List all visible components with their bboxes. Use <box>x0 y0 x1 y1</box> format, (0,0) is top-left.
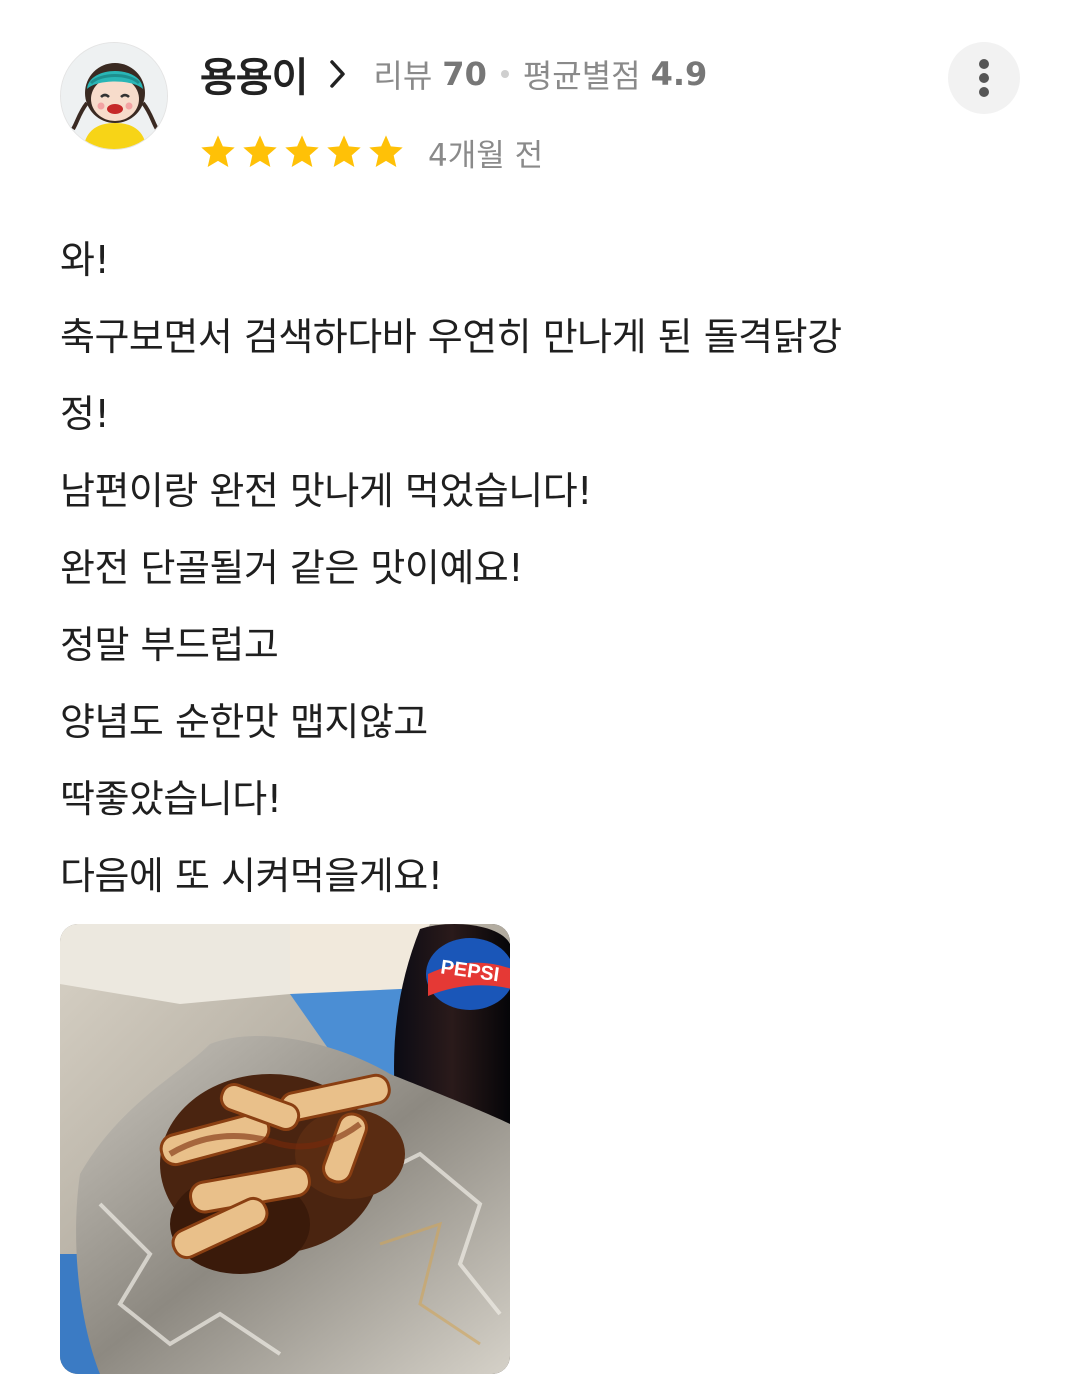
review-line: 다음에 또 시켜먹을게요! <box>60 854 443 898</box>
review-count-label: 리뷰 <box>373 57 433 95</box>
review-line: 축구보면서 검색하다바 우연히 만나게 된 돌격닭강 <box>60 315 842 359</box>
more-options-button[interactable] <box>948 42 1020 114</box>
star-icon <box>327 135 361 167</box>
cartoon-avatar-icon <box>61 43 167 149</box>
rating-row: 4개월 전 <box>198 124 543 180</box>
star-icon <box>369 135 403 167</box>
review-line: 완전 단골될거 같은 맛이예요! <box>60 546 524 590</box>
review-header: 용용이 리뷰 70 평균별점 4.9 4개월 전 <box>0 0 1080 190</box>
author-info-row: 용용이 리뷰 70 평균별점 4.9 <box>200 46 707 102</box>
review-photo[interactable]: PEPSI <box>60 924 510 1374</box>
star-icon <box>243 135 277 167</box>
average-rating-label: 평균별점 <box>522 57 641 95</box>
review-body: 와! 축구보면서 검색하다바 우연히 만나게 된 돌격닭강 정! 남편이랑 완전… <box>60 222 1040 915</box>
chevron-right-icon[interactable] <box>327 58 349 90</box>
star-rating <box>198 132 408 172</box>
review-count: 70 <box>442 55 487 93</box>
more-vertical-icon <box>979 59 989 69</box>
avatar[interactable] <box>60 42 168 150</box>
average-rating: 4.9 <box>650 55 708 93</box>
review-line: 남편이랑 완전 맛나게 먹었습니다! <box>60 469 592 513</box>
author-name[interactable]: 용용이 <box>200 45 308 103</box>
review-time: 4개월 전 <box>428 137 544 174</box>
more-vertical-icon-dot <box>979 73 989 83</box>
review-line: 와! <box>60 238 110 282</box>
author-stats: 리뷰 70 평균별점 4.9 <box>373 51 707 97</box>
star-icon <box>285 135 319 167</box>
more-vertical-icon-dot <box>979 87 989 97</box>
separator-dot <box>500 70 509 78</box>
review-line: 정말 부드럽고 <box>60 623 279 667</box>
review-line: 양념도 순한맛 맵지않고 <box>60 700 428 744</box>
review-line: 정! <box>60 392 110 436</box>
star-icon <box>201 135 235 167</box>
review-line: 딱좋았습니다! <box>60 777 282 821</box>
food-photo: PEPSI <box>60 924 510 1374</box>
